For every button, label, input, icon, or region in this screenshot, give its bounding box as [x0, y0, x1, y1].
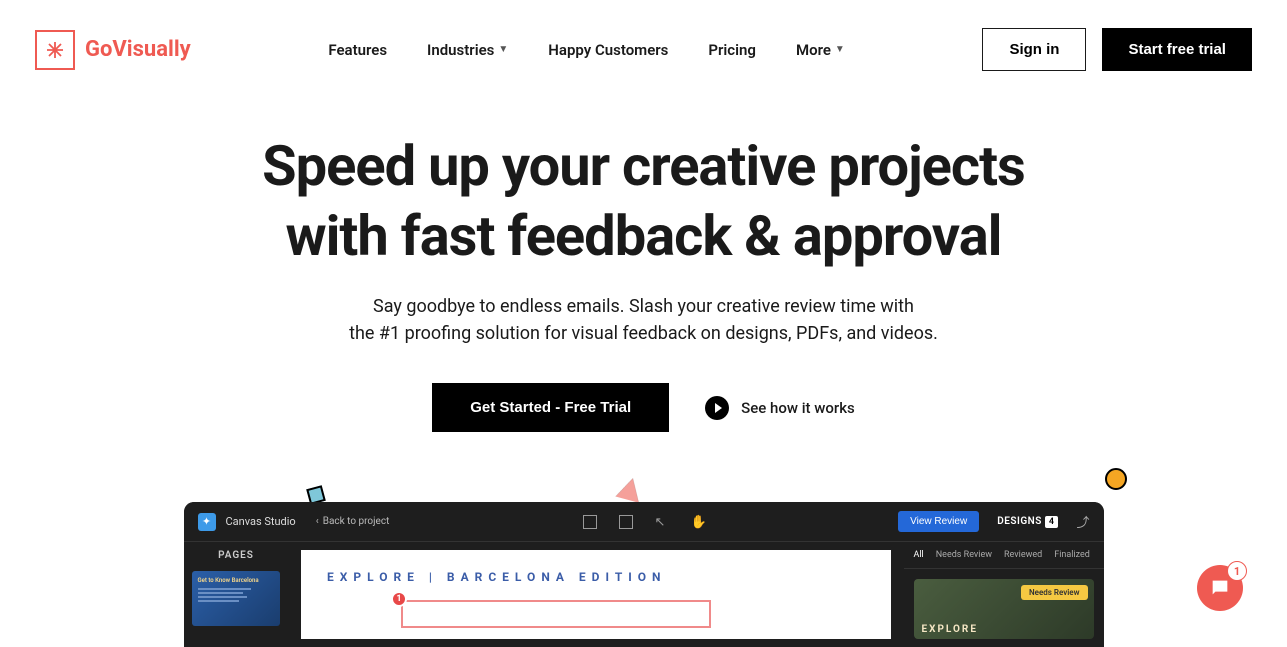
logo-icon	[35, 30, 75, 70]
nav-pricing[interactable]: Pricing	[708, 41, 756, 59]
comment-pin[interactable]: 1	[391, 591, 407, 607]
filter-finalized[interactable]: Finalized	[1054, 550, 1090, 560]
share-icon[interactable]: ⤴	[1076, 512, 1089, 531]
logo-text: GoVisually	[85, 37, 191, 62]
hand-tool-icon[interactable]: ✋	[691, 515, 705, 529]
filter-all[interactable]: All	[914, 550, 924, 560]
chevron-left-icon: ‹	[316, 516, 319, 527]
filter-needs-review[interactable]: Needs Review	[936, 550, 992, 560]
canvas-heading: EXPLORE | BARCELONA EDITION	[327, 570, 865, 584]
back-to-project-link[interactable]: ‹Back to project	[316, 516, 390, 527]
status-badge: Needs Review	[1021, 585, 1088, 600]
see-how-link[interactable]: See how it works	[705, 396, 855, 420]
app-topbar-left: ✦ Canvas Studio ‹Back to project	[198, 513, 390, 531]
chat-badge: 1	[1227, 561, 1247, 581]
nav-customers[interactable]: Happy Customers	[548, 41, 668, 59]
comment-region[interactable]	[401, 600, 711, 628]
chevron-down-icon: ▼	[835, 44, 845, 55]
app-preview: ✦ Canvas Studio ‹Back to project ↖ ✋ Vie…	[184, 502, 1104, 647]
design-card[interactable]: Needs Review EXPLORE	[914, 579, 1094, 639]
hero-subtitle: Say goodbye to endless emails. Slash you…	[0, 293, 1287, 347]
play-icon	[705, 396, 729, 420]
designs-panel: All Needs Review Reviewed Finalized Need…	[904, 542, 1104, 647]
toolbar: ↖ ✋	[583, 515, 705, 529]
crop-tool-icon[interactable]	[619, 515, 633, 529]
decor-triangle	[616, 475, 645, 502]
view-review-button[interactable]: View Review	[898, 511, 979, 532]
canvas-area: EXPLORE | BARCELONA EDITION 1	[289, 542, 904, 647]
main-nav: Features Industries▼ Happy Customers Pri…	[328, 41, 844, 59]
pages-sidebar: PAGES Get to Know Barcelona	[184, 542, 289, 647]
app-topbar-right: View Review DESIGNS4 ⤴	[898, 511, 1089, 532]
hero-section: Speed up your creative projects with fas…	[0, 131, 1287, 432]
app-topbar: ✦ Canvas Studio ‹Back to project ↖ ✋ Vie…	[184, 502, 1104, 542]
designs-label: DESIGNS4	[997, 516, 1058, 527]
signin-button[interactable]: Sign in	[982, 28, 1086, 71]
hero-title: Speed up your creative projects with fas…	[0, 131, 1287, 271]
canvas[interactable]: EXPLORE | BARCELONA EDITION 1	[301, 550, 891, 639]
filter-reviewed[interactable]: Reviewed	[1004, 550, 1042, 560]
decor-circle	[1105, 468, 1127, 490]
nav-industries[interactable]: Industries▼	[427, 41, 508, 59]
get-started-button[interactable]: Get Started - Free Trial	[432, 383, 669, 432]
app-title: Canvas Studio	[226, 515, 296, 528]
chat-icon	[1209, 577, 1231, 599]
start-trial-button[interactable]: Start free trial	[1102, 28, 1252, 71]
app-logo-icon: ✦	[198, 513, 216, 531]
app-body: PAGES Get to Know Barcelona EXPLORE | BA…	[184, 542, 1104, 647]
header-actions: Sign in Start free trial	[982, 28, 1252, 71]
hero-cta-row: Get Started - Free Trial See how it work…	[0, 383, 1287, 432]
logo[interactable]: GoVisually	[35, 30, 191, 70]
comment-tool-icon[interactable]	[583, 515, 597, 529]
pages-label: PAGES	[192, 550, 281, 561]
chevron-down-icon: ▼	[498, 44, 508, 55]
filter-tabs: All Needs Review Reviewed Finalized	[904, 542, 1104, 569]
page-thumbnail[interactable]: Get to Know Barcelona	[192, 571, 280, 626]
pointer-tool-icon[interactable]: ↖	[655, 515, 669, 529]
site-header: GoVisually Features Industries▼ Happy Cu…	[0, 0, 1287, 91]
nav-more[interactable]: More▼	[796, 41, 845, 59]
nav-features[interactable]: Features	[328, 41, 387, 59]
